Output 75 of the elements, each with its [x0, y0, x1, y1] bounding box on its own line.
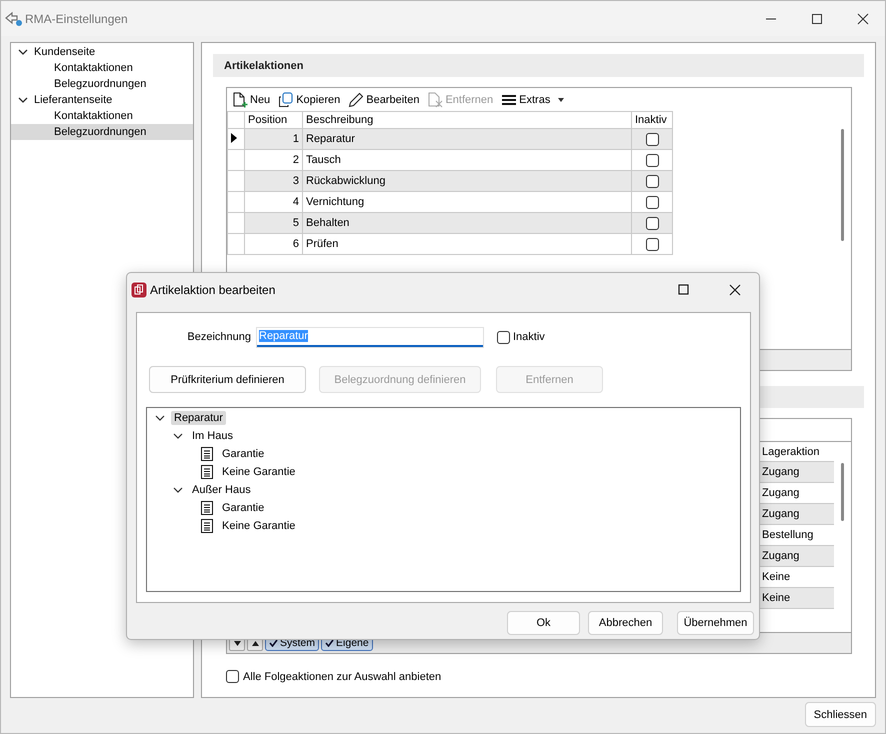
- table-cell: Rückabwicklung: [302, 170, 632, 192]
- chevron-icon[interactable]: [17, 47, 29, 57]
- tree-item[interactable]: Kundenseite: [11, 44, 193, 60]
- table-cell: 6: [244, 234, 302, 254]
- table-cell: 1: [244, 128, 302, 150]
- toolbar-button[interactable]: Neu: [230, 92, 272, 108]
- field-label: Bezeichnung: [186, 331, 251, 343]
- tree-item[interactable]: Kontaktaktionen: [11, 108, 193, 124]
- toolbar-button[interactable]: Extras: [499, 92, 566, 108]
- tree-item[interactable]: Belegzuordnungen: [11, 76, 193, 92]
- tree-item[interactable]: Garantie: [219, 501, 268, 515]
- toolbar-button[interactable]: Kopieren: [276, 92, 342, 108]
- table-cell: Zugang: [759, 546, 834, 567]
- checkbox[interactable]: [646, 216, 658, 230]
- chevron-icon[interactable]: [173, 486, 183, 494]
- tree-item[interactable]: Lieferantenseite: [11, 92, 193, 108]
- table-cell: Prüfen: [302, 234, 632, 254]
- check-icon: [325, 639, 334, 647]
- table-cell: Keine: [759, 588, 834, 609]
- close-icon[interactable]: [729, 284, 741, 296]
- toolbar-button[interactable]: Bearbeiten: [346, 92, 422, 108]
- close-icon[interactable]: [857, 12, 869, 24]
- back-arrow-icon: [5, 10, 23, 26]
- table-cell: Reparatur: [302, 128, 632, 150]
- tree-item[interactable]: Keine Garantie: [219, 519, 298, 533]
- dialog-button[interactable]: Ok: [507, 611, 580, 635]
- document-icon: [201, 447, 213, 461]
- checkbox-label: Alle Folgeaktionen zur Auswahl anbieten: [243, 670, 442, 682]
- tree-item[interactable]: Garantie: [219, 447, 268, 461]
- table-cell: Behalten: [302, 212, 632, 234]
- document-x-icon: [427, 92, 444, 108]
- table-cell: Zugang: [759, 462, 834, 483]
- section-heading: Artikelaktionen: [213, 54, 864, 77]
- tree-item[interactable]: Im Haus: [189, 429, 236, 443]
- document-icon: [201, 501, 213, 515]
- table-cell: Zugang: [759, 504, 834, 525]
- tree-item[interactable]: Reparatur: [171, 411, 226, 425]
- copy-icon: [278, 92, 294, 108]
- checkbox[interactable]: [646, 238, 658, 250]
- checkbox-label: Inaktiv: [513, 331, 545, 343]
- checkbox[interactable]: [646, 132, 658, 146]
- close-button[interactable]: Schliessen: [804, 702, 876, 727]
- up-triangle-icon: [252, 640, 258, 646]
- dialog-button[interactable]: Übernehmen: [677, 611, 754, 635]
- table-cell: 3: [244, 170, 302, 192]
- tree-item[interactable]: Keine Garantie: [219, 465, 298, 479]
- checkbox[interactable]: [226, 670, 239, 683]
- down-triangle-icon: [234, 640, 240, 646]
- scrollbar-thumb[interactable]: [841, 129, 844, 241]
- checkbox[interactable]: [646, 196, 658, 208]
- document-icon: [201, 465, 213, 479]
- column-header[interactable]: Beschreibung: [302, 112, 632, 128]
- dialog-title: Artikelaktion bearbeiten: [150, 282, 276, 296]
- caret-icon: [558, 98, 564, 102]
- maximize-icon[interactable]: [678, 284, 689, 295]
- window-title: RMA-Einstellungen: [25, 12, 128, 26]
- chevron-icon[interactable]: [155, 414, 165, 422]
- chevron-icon[interactable]: [17, 95, 29, 105]
- check-icon: [269, 639, 278, 647]
- checkbox[interactable]: [646, 174, 658, 188]
- pencil-icon: [348, 92, 364, 108]
- tree-item[interactable]: Außer Haus: [189, 483, 254, 497]
- scrollbar-thumb[interactable]: [841, 463, 844, 521]
- chevron-icon[interactable]: [173, 432, 183, 440]
- table-cell: 5: [244, 212, 302, 234]
- action-button[interactable]: Prüfkriterium definieren: [149, 366, 306, 393]
- checkbox[interactable]: [497, 330, 510, 344]
- app-icon: [131, 282, 147, 298]
- tree-item[interactable]: Belegzuordnungen: [11, 124, 193, 140]
- tree-item[interactable]: Kontaktaktionen: [11, 60, 193, 76]
- dialog-button[interactable]: Abbrechen: [588, 611, 663, 635]
- document-icon: [201, 519, 213, 533]
- maximize-icon[interactable]: [811, 12, 823, 24]
- new-document-icon: [232, 92, 248, 108]
- checkbox[interactable]: [646, 154, 658, 166]
